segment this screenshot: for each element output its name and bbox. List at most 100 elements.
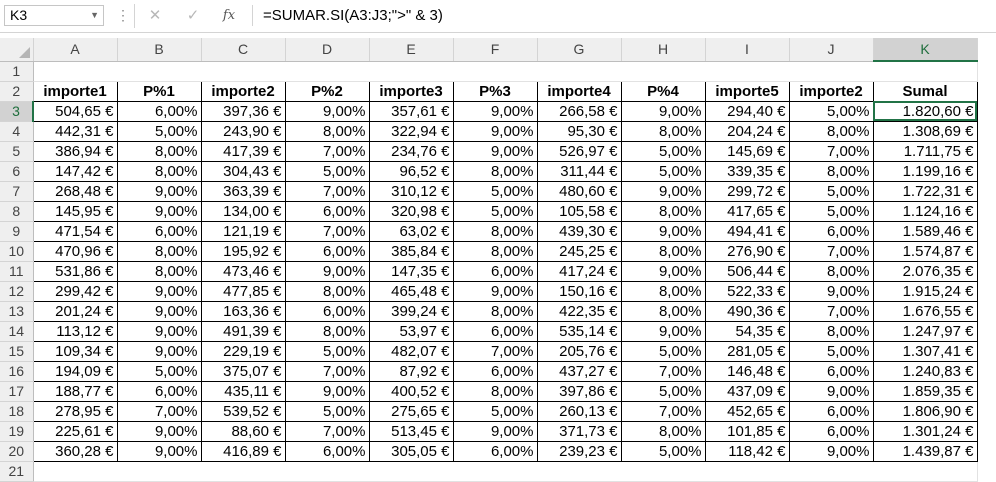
chevron-down-icon[interactable]: ▼: [90, 6, 99, 25]
table-cell[interactable]: 417,39 €: [200, 140, 286, 162]
table-cell[interactable]: 5,00%: [788, 200, 874, 222]
table-cell[interactable]: 9,00%: [116, 280, 202, 302]
table-cell[interactable]: 105,58 €: [536, 200, 622, 222]
row-header-5[interactable]: 5: [0, 141, 34, 162]
table-cell[interactable]: 320,98 €: [368, 200, 454, 222]
row-header-19[interactable]: 19: [0, 421, 34, 442]
table-cell[interactable]: 8,00%: [284, 320, 370, 342]
table-cell[interactable]: 522,33 €: [704, 280, 790, 302]
table-cell[interactable]: 8,00%: [620, 240, 706, 262]
table-cell[interactable]: 9,00%: [452, 280, 538, 302]
row-header-18[interactable]: 18: [0, 401, 34, 422]
table-cell[interactable]: 9,00%: [620, 320, 706, 342]
table-cell[interactable]: 490,36 €: [704, 300, 790, 322]
table-cell[interactable]: 7,00%: [788, 240, 874, 262]
table-cell[interactable]: 5,00%: [452, 200, 538, 222]
table-cell[interactable]: 163,36 €: [200, 300, 286, 322]
table-cell[interactable]: 8,00%: [452, 240, 538, 262]
table-cell[interactable]: 5,00%: [284, 340, 370, 362]
table-header-cell[interactable]: P%2: [284, 80, 370, 102]
table-header-cell[interactable]: P%1: [116, 80, 202, 102]
table-cell[interactable]: 118,42 €: [704, 440, 790, 462]
name-box[interactable]: K3 ▼: [4, 5, 104, 26]
table-cell[interactable]: 305,05 €: [368, 440, 454, 462]
table-cell[interactable]: 9,00%: [284, 100, 370, 122]
row-header-6[interactable]: 6: [0, 161, 34, 182]
table-cell[interactable]: 121,19 €: [200, 220, 286, 242]
table-cell[interactable]: 375,07 €: [200, 360, 286, 382]
table-cell[interactable]: 8,00%: [452, 380, 538, 402]
table-cell[interactable]: 442,31 €: [32, 120, 118, 142]
table-cell[interactable]: 1.307,41 €: [872, 340, 978, 362]
table-header-cell[interactable]: importe1: [32, 80, 118, 102]
formula-input[interactable]: =SUMAR.SI(A3:J3;">" & 3): [252, 5, 993, 26]
table-cell[interactable]: 386,94 €: [32, 140, 118, 162]
table-cell[interactable]: 6,00%: [452, 260, 538, 282]
table-cell[interactable]: 9,00%: [116, 320, 202, 342]
table-cell[interactable]: 417,65 €: [704, 200, 790, 222]
table-cell[interactable]: 1.820,60 €: [872, 100, 978, 122]
empty-row[interactable]: [33, 61, 978, 82]
table-cell[interactable]: 6,00%: [116, 220, 202, 242]
table-cell[interactable]: 8,00%: [452, 220, 538, 242]
table-cell[interactable]: 6,00%: [116, 380, 202, 402]
table-cell[interactable]: 473,46 €: [200, 260, 286, 282]
table-cell[interactable]: 339,35 €: [704, 160, 790, 182]
table-cell[interactable]: 5,00%: [788, 100, 874, 122]
row-header-7[interactable]: 7: [0, 181, 34, 202]
table-cell[interactable]: 6,00%: [788, 220, 874, 242]
table-cell[interactable]: 8,00%: [116, 240, 202, 262]
table-cell[interactable]: 1.199,16 €: [872, 160, 978, 182]
table-cell[interactable]: 8,00%: [452, 160, 538, 182]
table-cell[interactable]: 9,00%: [116, 440, 202, 462]
row-header-15[interactable]: 15: [0, 341, 34, 362]
table-cell[interactable]: 5,00%: [620, 140, 706, 162]
table-header-cell[interactable]: importe5: [704, 80, 790, 102]
table-cell[interactable]: 275,65 €: [368, 400, 454, 422]
row-header-13[interactable]: 13: [0, 301, 34, 322]
table-cell[interactable]: 8,00%: [452, 300, 538, 322]
table-header-cell[interactable]: Sumal: [872, 80, 978, 102]
table-cell[interactable]: 9,00%: [620, 180, 706, 202]
table-cell[interactable]: 6,00%: [284, 300, 370, 322]
table-cell[interactable]: 6,00%: [452, 440, 538, 462]
table-cell[interactable]: 7,00%: [284, 220, 370, 242]
table-cell[interactable]: 371,73 €: [536, 420, 622, 442]
row-header-17[interactable]: 17: [0, 381, 34, 402]
more-options-icon[interactable]: ⋮: [116, 5, 130, 25]
table-cell[interactable]: 6,00%: [284, 200, 370, 222]
table-cell[interactable]: 7,00%: [284, 180, 370, 202]
table-cell[interactable]: 9,00%: [116, 180, 202, 202]
table-cell[interactable]: 145,95 €: [32, 200, 118, 222]
table-header-cell[interactable]: P%4: [620, 80, 706, 102]
table-cell[interactable]: 8,00%: [788, 160, 874, 182]
table-cell[interactable]: 5,00%: [788, 180, 874, 202]
table-cell[interactable]: 225,61 €: [32, 420, 118, 442]
table-cell[interactable]: 266,58 €: [536, 100, 622, 122]
column-header-a[interactable]: A: [33, 38, 118, 62]
column-header-j[interactable]: J: [789, 38, 874, 62]
table-cell[interactable]: 299,42 €: [32, 280, 118, 302]
table-cell[interactable]: 205,76 €: [536, 340, 622, 362]
table-cell[interactable]: 147,42 €: [32, 160, 118, 182]
table-cell[interactable]: 491,39 €: [200, 320, 286, 342]
table-cell[interactable]: 63,02 €: [368, 220, 454, 242]
table-cell[interactable]: 5,00%: [788, 340, 874, 362]
table-cell[interactable]: 1.722,31 €: [872, 180, 978, 202]
table-cell[interactable]: 6,00%: [788, 360, 874, 382]
table-cell[interactable]: 452,65 €: [704, 400, 790, 422]
table-cell[interactable]: 9,00%: [620, 260, 706, 282]
table-cell[interactable]: 9,00%: [116, 340, 202, 362]
table-cell[interactable]: 9,00%: [284, 380, 370, 402]
row-header-20[interactable]: 20: [0, 441, 34, 462]
table-cell[interactable]: 201,24 €: [32, 300, 118, 322]
row-header-3[interactable]: 3: [0, 101, 34, 122]
table-cell[interactable]: 539,52 €: [200, 400, 286, 422]
table-cell[interactable]: 229,19 €: [200, 340, 286, 362]
cancel-icon[interactable]: ✕: [144, 5, 166, 26]
column-header-c[interactable]: C: [201, 38, 286, 62]
table-cell[interactable]: 281,05 €: [704, 340, 790, 362]
table-cell[interactable]: 416,89 €: [200, 440, 286, 462]
table-cell[interactable]: 147,35 €: [368, 260, 454, 282]
table-cell[interactable]: 400,52 €: [368, 380, 454, 402]
